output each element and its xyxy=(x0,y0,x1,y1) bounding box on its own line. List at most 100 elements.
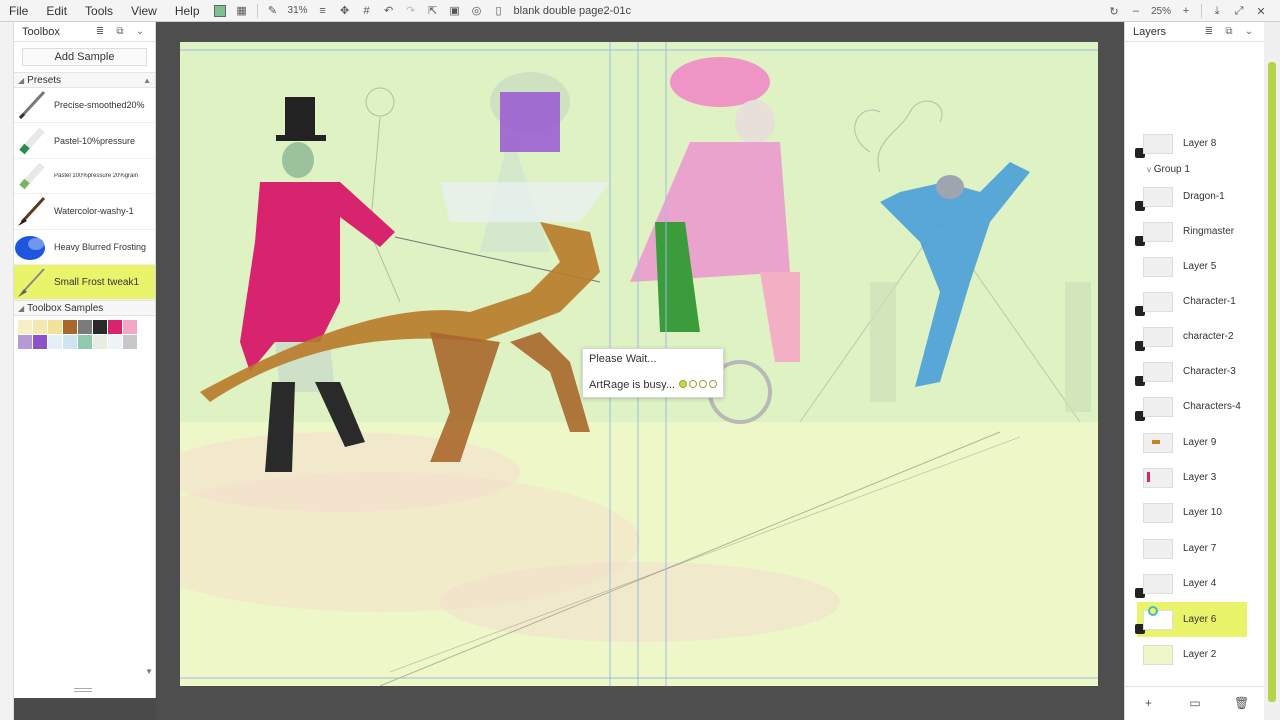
layer-row[interactable]: Layer 7 xyxy=(1137,531,1247,566)
reset-icon[interactable]: ↻ xyxy=(1106,3,1122,19)
toolbox-panel: Toolbox ≣ ⧉ ⌄ Add Sample ◢ Presets ▲ Pre… xyxy=(14,22,156,698)
document-icon[interactable]: ▯ xyxy=(491,3,507,19)
preset-label: Pastel 100%pressure 20%grain xyxy=(54,172,139,179)
color-swatch[interactable] xyxy=(93,320,107,335)
color-swatch[interactable] xyxy=(33,335,47,350)
layer-row[interactable]: Dragon-1 xyxy=(1135,179,1247,214)
resize-grip[interactable] xyxy=(74,688,92,692)
popout-icon[interactable]: ⧉ xyxy=(1222,26,1236,37)
right-scrollbar[interactable] xyxy=(1264,22,1280,720)
layer-name: Layer 8 xyxy=(1183,138,1217,149)
color-swatch[interactable] xyxy=(93,335,107,350)
add-sample-button[interactable]: Add Sample xyxy=(22,48,147,66)
layer-thumbnail xyxy=(1143,361,1173,382)
color-swatch-icon[interactable] xyxy=(212,3,228,19)
trash-icon[interactable]: 🗑 xyxy=(1231,696,1253,712)
menu-icon[interactable]: ≣ xyxy=(1202,26,1216,37)
layer-row[interactable]: Layer 8 xyxy=(1135,126,1247,161)
export-icon[interactable]: ⇱ xyxy=(425,3,441,19)
color-swatch[interactable] xyxy=(123,335,137,350)
undo-icon[interactable]: ↶ xyxy=(381,3,397,19)
layer-row[interactable]: Layer 9 xyxy=(1137,425,1247,460)
zoom-in-icon[interactable]: + xyxy=(1178,3,1194,19)
layer-row[interactable]: character-2 xyxy=(1135,319,1247,354)
layer-row[interactable]: Layer 5 xyxy=(1137,249,1247,284)
color-swatch[interactable] xyxy=(63,320,77,335)
collapse-icon[interactable]: ▲ xyxy=(143,76,151,85)
document-title: blank double page2-01c xyxy=(513,4,631,17)
globe-icon[interactable]: ◎ xyxy=(469,3,485,19)
toolbox-samples-header[interactable]: ◢ Toolbox Samples xyxy=(14,300,155,317)
zoom-out-icon[interactable]: – xyxy=(1128,3,1144,19)
preset-item-selected[interactable]: Small Frost tweak1 xyxy=(14,264,155,301)
layer-name: Layer 5 xyxy=(1183,261,1217,272)
menu-bar: File Edit Tools View Help ▦ ✎ 31% ≡ ✥ # … xyxy=(0,0,1280,22)
preset-label: Watercolor-washy-1 xyxy=(54,206,134,217)
layer-row[interactable]: Layer 2 xyxy=(1137,637,1247,672)
download-icon[interactable]: ⤓ xyxy=(1209,3,1225,19)
layer-name: Characters-4 xyxy=(1183,401,1241,412)
color-swatch[interactable] xyxy=(123,320,137,335)
layer-name: character-2 xyxy=(1183,331,1234,342)
layer-name: Layer 4 xyxy=(1183,578,1217,589)
layer-thumbnail xyxy=(1143,221,1173,242)
layer-row[interactable]: Layer 3 xyxy=(1137,460,1247,495)
preset-item[interactable]: Pastel-10%pressure xyxy=(14,123,155,159)
menu-file[interactable]: File xyxy=(0,0,37,22)
preset-item[interactable]: Pastel 100%pressure 20%grain xyxy=(14,158,155,195)
color-swatch[interactable] xyxy=(108,320,122,335)
preset-item[interactable]: Precise-smoothed20% xyxy=(14,88,155,124)
menu-edit[interactable]: Edit xyxy=(37,0,76,22)
expand-triangle-icon: ◢ xyxy=(18,303,25,313)
settings-list-icon[interactable]: ≡ xyxy=(315,3,331,19)
add-layer-icon[interactable]: + xyxy=(1137,696,1159,712)
chevron-down-icon[interactable]: ⌄ xyxy=(133,26,147,37)
layer-group-header[interactable]: v Group 1 xyxy=(1137,162,1247,178)
layers-panel: Layers ≣ ⧉ ⌄ Layer 8 v Group 1 Dragon-1 … xyxy=(1124,22,1265,720)
color-swatch[interactable] xyxy=(18,335,32,350)
preset-label: Small Frost tweak1 xyxy=(54,276,140,288)
scrollbar-thumb[interactable] xyxy=(1268,62,1276,702)
redo-icon[interactable]: ↷ xyxy=(403,3,419,19)
grid-icon[interactable]: ▦ xyxy=(234,3,250,19)
chevron-down-icon[interactable]: ⌄ xyxy=(1242,26,1256,37)
layer-name: Layer 3 xyxy=(1183,472,1217,483)
layer-row[interactable]: Characters-4 xyxy=(1135,389,1247,424)
layer-row[interactable]: Layer 10 xyxy=(1137,495,1247,530)
add-group-icon[interactable]: ▭ xyxy=(1184,696,1206,712)
color-swatch[interactable] xyxy=(48,335,62,350)
layer-row[interactable]: Ringmaster xyxy=(1135,214,1247,249)
color-swatch[interactable] xyxy=(63,335,77,350)
color-swatch[interactable] xyxy=(108,335,122,350)
menu-tools[interactable]: Tools xyxy=(76,0,122,22)
gallery-icon[interactable]: ▣ xyxy=(447,3,463,19)
popout-icon[interactable]: ⧉ xyxy=(113,26,127,37)
layer-row[interactable]: Layer 4 xyxy=(1135,566,1247,601)
preset-item[interactable]: Heavy Blurred Frosting xyxy=(14,229,155,265)
preset-label: Precise-smoothed20% xyxy=(54,100,145,111)
layer-row-selected[interactable]: Layer 6 xyxy=(1135,602,1247,637)
close-icon[interactable]: ✕ xyxy=(1253,3,1269,19)
left-edge-strip xyxy=(0,22,14,720)
brush-icon[interactable]: ✎ xyxy=(265,3,281,19)
scroll-down-icon[interactable]: ▼ xyxy=(145,667,153,676)
layer-name: Layer 6 xyxy=(1183,614,1217,625)
menu-help[interactable]: Help xyxy=(166,0,209,22)
fullscreen-icon[interactable]: ⤢ xyxy=(1231,3,1247,19)
layer-thumbnail xyxy=(1143,186,1173,207)
chevron-down-icon: v xyxy=(1147,165,1151,174)
layer-row[interactable]: Character-1 xyxy=(1135,284,1247,319)
color-swatch[interactable] xyxy=(78,320,92,335)
menu-icon[interactable]: ≣ xyxy=(93,26,107,37)
watercolor-brush-icon xyxy=(14,194,50,229)
move-icon[interactable]: ✥ xyxy=(337,3,353,19)
color-swatch[interactable] xyxy=(78,335,92,350)
hash-icon[interactable]: # xyxy=(359,3,375,19)
color-swatch[interactable] xyxy=(33,320,47,335)
color-swatch[interactable] xyxy=(48,320,62,335)
color-swatch[interactable] xyxy=(18,320,32,335)
menu-view[interactable]: View xyxy=(122,0,166,22)
presets-header[interactable]: ◢ Presets ▲ xyxy=(14,72,155,88)
preset-item[interactable]: Watercolor-washy-1 xyxy=(14,194,155,230)
layer-row[interactable]: Character-3 xyxy=(1135,354,1247,389)
